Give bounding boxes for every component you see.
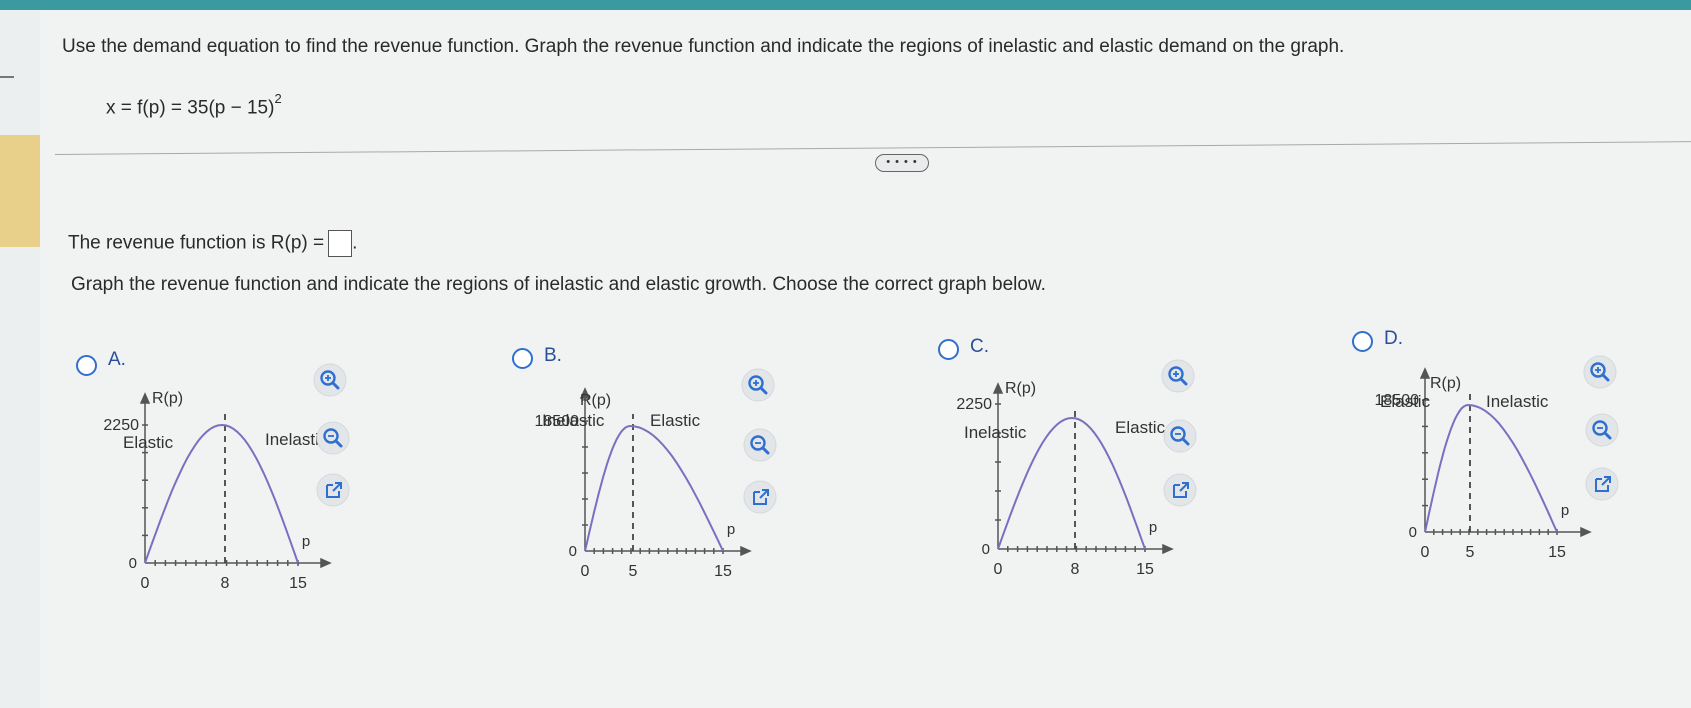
revenue-period: . bbox=[352, 232, 358, 254]
demand-equation: x = f(p) = 35(p − 15)2 bbox=[106, 91, 282, 119]
zoom-out-icon[interactable] bbox=[1163, 419, 1197, 453]
zoom-in-icon[interactable] bbox=[741, 368, 775, 402]
revenue-label: The revenue function is R(p) = bbox=[68, 232, 325, 254]
zoom-in-icon[interactable] bbox=[1583, 355, 1617, 389]
equation-exponent: 2 bbox=[274, 91, 282, 106]
zoom-in-icon[interactable] bbox=[313, 363, 347, 397]
option-a-radio[interactable] bbox=[76, 355, 97, 376]
zoom-out-icon[interactable] bbox=[743, 428, 777, 462]
option-c-label[interactable]: C. bbox=[970, 336, 989, 358]
option-b-label[interactable]: B. bbox=[544, 345, 562, 367]
top-bar bbox=[0, 0, 1691, 10]
option-a-label[interactable]: A. bbox=[108, 349, 126, 371]
zoom-out-icon[interactable] bbox=[1585, 413, 1619, 447]
external-link-icon[interactable] bbox=[743, 480, 777, 514]
zoom-out-icon[interactable] bbox=[316, 421, 350, 455]
equation-main: x = f(p) = 35(p − 15) bbox=[106, 97, 275, 119]
left-marker bbox=[0, 76, 14, 78]
external-link-icon[interactable] bbox=[1163, 473, 1197, 507]
option-d-radio[interactable] bbox=[1352, 331, 1373, 352]
external-link-icon[interactable] bbox=[316, 473, 350, 507]
option-c-radio[interactable] bbox=[938, 339, 959, 360]
zoom-in-icon[interactable] bbox=[1161, 359, 1195, 393]
revenue-prompt: The revenue function is R(p) =. bbox=[68, 230, 357, 257]
graph-prompt: Graph the revenue function and indicate … bbox=[71, 274, 1046, 295]
option-b-radio[interactable] bbox=[512, 348, 533, 369]
question-panel bbox=[40, 10, 1691, 708]
revenue-answer-box[interactable] bbox=[328, 230, 353, 257]
option-d-label[interactable]: D. bbox=[1384, 328, 1403, 350]
left-tab bbox=[0, 135, 40, 247]
external-link-icon[interactable] bbox=[1585, 467, 1619, 501]
question-text: Use the demand equation to find the reve… bbox=[62, 36, 1345, 57]
more-button[interactable]: • • • • bbox=[875, 154, 929, 172]
